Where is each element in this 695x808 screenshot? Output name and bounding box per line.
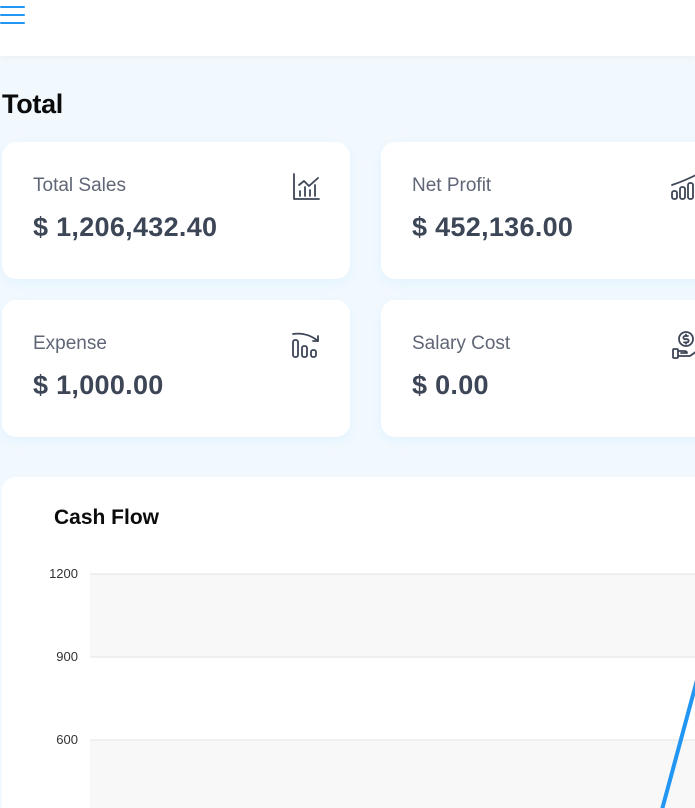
- stat-label: Net Profit: [412, 175, 492, 196]
- stat-card-expense: Expense $ 1,000.00: [2, 300, 350, 437]
- stat-card-net-profit: Net Profit $ 452,136.00: [381, 142, 695, 279]
- chart-growth-icon: [293, 173, 320, 200]
- hand-dollar-icon: [672, 331, 695, 359]
- y-tick-label: 600: [56, 732, 78, 747]
- section-title: Total: [2, 89, 63, 119]
- grid-band: [90, 574, 695, 657]
- cash-flow-chart: 1200 900 600: [49, 566, 695, 808]
- bar-trend-up-icon: [671, 174, 695, 200]
- hamburger-menu-icon[interactable]: [0, 2, 26, 26]
- stat-value: $ 452,136.00: [412, 212, 574, 242]
- y-tick-label: 1200: [49, 566, 78, 581]
- y-tick-label: 900: [56, 649, 78, 664]
- stat-label: Total Sales: [33, 175, 126, 196]
- grid-band: [90, 740, 695, 808]
- top-bar: [0, 0, 695, 56]
- stat-card-total-sales: Total Sales $ 1,206,432.40: [2, 142, 350, 279]
- stat-value: $ 1,000.00: [33, 370, 164, 400]
- bar-trend-down-icon: [292, 332, 319, 358]
- stat-label: Salary Cost: [412, 333, 511, 354]
- stat-card-salary-cost: Salary Cost $ 0.00: [381, 300, 695, 437]
- cash-flow-chart-card: Cash Flow 1200 900 600: [2, 477, 695, 808]
- stat-label: Expense: [33, 333, 107, 354]
- stat-value: $ 1,206,432.40: [33, 212, 218, 242]
- stat-value: $ 0.00: [412, 370, 489, 400]
